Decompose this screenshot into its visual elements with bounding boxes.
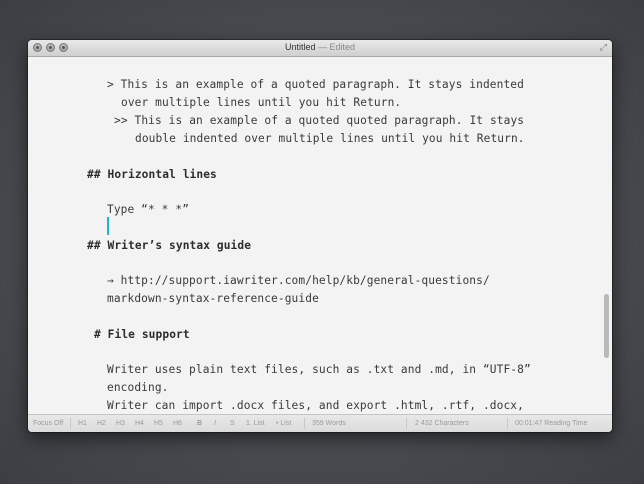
word-count: 359 Words [312, 420, 346, 427]
text-cursor [107, 217, 109, 235]
numbered-list-button[interactable]: 1. List [246, 420, 265, 427]
focus-mode-toggle[interactable]: Focus Off [33, 420, 63, 427]
divider [507, 418, 508, 429]
bullet-list-button[interactable]: • List [276, 420, 291, 427]
h5-button[interactable]: H5 [154, 420, 163, 427]
edited-status: — Edited [318, 42, 356, 52]
reading-time: 00:01:47 Reading Time [515, 420, 588, 427]
character-count: 2 432 Characters [415, 420, 469, 427]
link-line: markdown-syntax-reference-guide [107, 292, 319, 305]
nested-quote-line: >> This is an example of a quoted quoted… [114, 114, 525, 127]
h6-button[interactable]: H6 [173, 420, 182, 427]
body-line: Writer can import .docx files, and expor… [107, 399, 524, 412]
strikethrough-button[interactable]: S [230, 420, 235, 427]
fullscreen-icon[interactable]: ⤢ [600, 43, 607, 52]
h1-button[interactable]: H1 [78, 420, 87, 427]
vertical-scrollbar[interactable] [604, 294, 609, 358]
document-name: Untitled [284, 42, 316, 52]
italic-button[interactable]: I [214, 420, 216, 427]
window-title: Untitled — Edited [28, 42, 612, 52]
body-line: Writer uses plain text files, such as .t… [107, 363, 531, 376]
quote-line: over multiple lines until you hit Return… [121, 96, 402, 109]
body-line: encoding. [107, 381, 169, 394]
heading-horizontal-lines: ## Horizontal lines [87, 168, 217, 181]
divider [406, 418, 407, 429]
h3-button[interactable]: H3 [116, 420, 125, 427]
text-editor[interactable]: > This is an example of a quoted paragra… [28, 57, 612, 415]
editor-window: Untitled — Edited ⤢ > This is an example… [28, 40, 612, 432]
title-bar: Untitled — Edited ⤢ [28, 40, 612, 57]
link-line: → http://support.iawriter.com/help/kb/ge… [107, 274, 490, 287]
heading-file-support: # File support [94, 328, 190, 341]
nested-quote-line: double indented over multiple lines unti… [135, 132, 525, 145]
divider [304, 418, 305, 429]
quote-line: > This is an example of a quoted paragra… [107, 78, 524, 91]
h4-button[interactable]: H4 [135, 420, 144, 427]
status-bar: Focus Off H1 H2 H3 H4 H5 H6 B I S 1. Lis… [28, 414, 612, 432]
body-line: Type “* * *” [107, 203, 190, 216]
bold-button[interactable]: B [197, 420, 202, 427]
heading-syntax-guide: ## Writer’s syntax guide [87, 239, 252, 252]
divider [70, 418, 71, 429]
h2-button[interactable]: H2 [97, 420, 106, 427]
